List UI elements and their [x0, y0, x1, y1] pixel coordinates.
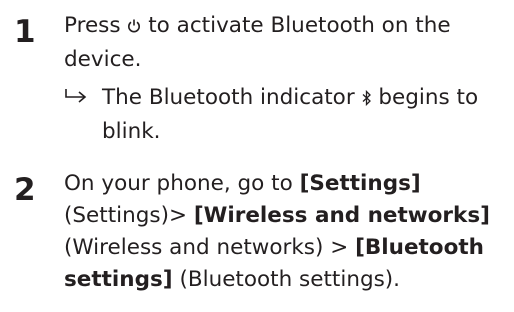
step-intro: On your phone, go to — [64, 171, 300, 196]
step-number: 2 — [14, 172, 36, 208]
power-icon — [127, 12, 141, 44]
bluetooth-settings-translation: (Bluetooth settings). — [172, 267, 401, 292]
step-result: The Bluetooth indicator begins to blink. — [64, 82, 508, 148]
step-text: Press to activate Bluetooth on the devic… — [64, 10, 508, 148]
result-arrow-icon — [64, 82, 92, 114]
step-text-start: Press — [64, 13, 128, 38]
settings-menu-path: [Settings] — [299, 171, 421, 196]
bluetooth-icon — [362, 84, 372, 116]
settings-translation: (Settings)> — [64, 203, 194, 228]
wireless-translation: (Wireless and networks) > — [64, 235, 356, 260]
step-text: On your phone, go to [Settings] (Setting… — [64, 168, 508, 296]
result-text-start: The Bluetooth indicator — [102, 85, 362, 110]
step-number: 1 — [14, 14, 36, 50]
wireless-menu-path: [Wireless and networks] — [193, 203, 490, 228]
